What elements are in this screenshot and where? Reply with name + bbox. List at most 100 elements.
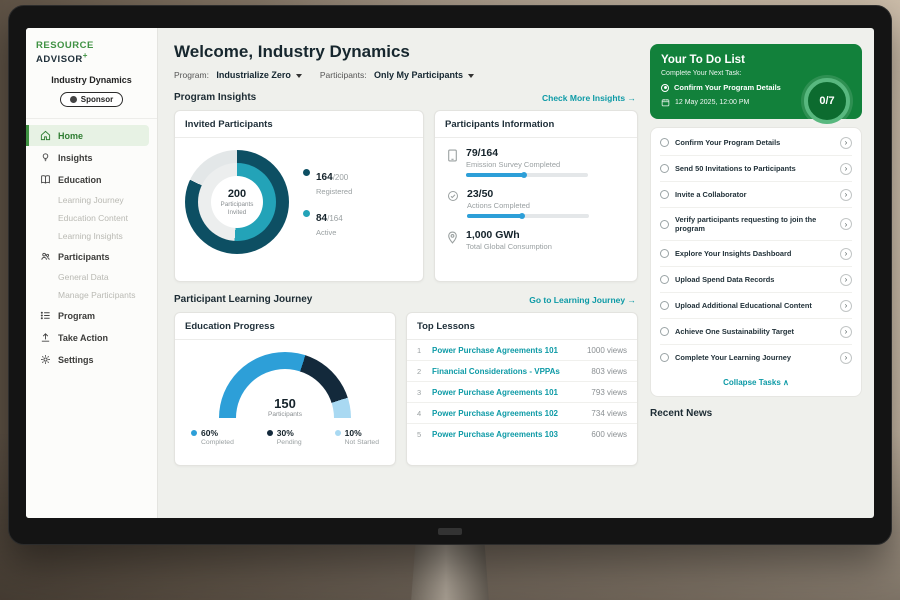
sidebar-nav: Home Insights Education Learning Journey… [26,125,157,370]
insights-cards-row: Invited Participants 200 Participants In… [174,110,638,282]
education-progress-card: Education Progress 150 Participants [174,312,396,466]
sponsor-badge[interactable]: Sponsor [60,92,123,107]
monitor-stand [411,540,489,600]
task-checkbox[interactable] [660,138,669,147]
lesson-link[interactable]: Power Purchase Agreements 101 [432,388,584,397]
section-title: Program Insights [174,92,256,103]
app-logo: RESOURCE ADVISOR+ [26,38,157,73]
sidebar-item-settings[interactable]: Settings [26,349,157,370]
collapse-tasks-button[interactable]: Collapse Tasks ∧ [660,370,852,390]
task-row: Upload Spend Data Records › [660,267,852,293]
sidebar: RESOURCE ADVISOR+ Industry Dynamics Spon… [26,28,158,518]
settings-icon [40,354,51,365]
lesson-row: 5 Power Purchase Agreements 103 600 view… [407,424,637,444]
sidebar-item-home[interactable]: Home [26,125,149,146]
task-expand-button[interactable]: › [840,163,852,175]
legend-dot [335,430,341,436]
task-expand-button[interactable]: › [840,274,852,286]
sidebar-item-take-action[interactable]: Take Action [26,327,157,348]
actions-progressbar [467,214,589,218]
lesson-row: 1 Power Purchase Agreements 101 1000 vie… [407,340,637,361]
task-expand-button[interactable]: › [840,137,852,149]
task-checkbox[interactable] [660,301,669,310]
task-checkbox[interactable] [660,164,669,173]
sidebar-item-label: Program [58,311,95,321]
top-lessons-card: Top Lessons 1 Power Purchase Agreements … [406,312,638,466]
invited-participants-donut: 200 Participants Invited [185,150,289,254]
filter-bar: Program: Industrialize Zero Participants… [174,70,638,80]
lesson-link[interactable]: Financial Considerations - VPPAs [432,367,584,376]
info-row-emission-survey: 79/164 Emission Survey Completed [435,138,637,179]
sidebar-item-education[interactable]: Education [26,169,157,190]
lesson-link[interactable]: Power Purchase Agreements 103 [432,430,584,439]
sidebar-item-learning-journey[interactable]: Learning Journey [26,191,157,209]
card-title: Participants Information [435,111,637,138]
sidebar-item-general-data[interactable]: General Data [26,268,157,286]
task-row: Invite a Collaborator › [660,182,852,208]
task-checkbox[interactable] [660,275,669,284]
sidebar-item-program[interactable]: Program [26,305,157,326]
education-progress-gauge: 150 Participants [219,352,351,418]
lesson-link[interactable]: Power Purchase Agreements 101 [432,346,580,355]
task-row: Achieve One Sustainability Target › [660,319,852,345]
program-insights-header: Program Insights Check More Insights → [174,92,636,103]
sidebar-item-label: Participants [58,252,110,262]
main-column: Welcome, Industry Dynamics Program: Indu… [174,36,638,518]
todo-title: Your To Do List [661,54,851,66]
task-expand-button[interactable]: › [840,248,852,260]
legend-item-pending: 30% Pending [267,428,302,446]
donut-legend: 164/200 Registered 84/164 Active [303,167,352,237]
task-checkbox[interactable] [660,353,669,362]
program-icon [40,310,51,321]
org-name: Industry Dynamics [32,75,151,85]
logo-text-secondary: ADVISOR [36,54,83,65]
lesson-link[interactable]: Power Purchase Agreements 102 [432,409,584,418]
education-icon [40,174,51,185]
content-area: Welcome, Industry Dynamics Program: Indu… [158,28,874,518]
task-checkbox[interactable] [660,249,669,258]
task-checkbox[interactable] [660,327,669,336]
sidebar-item-education-content[interactable]: Education Content [26,209,157,227]
lesson-row: 3 Power Purchase Agreements 101 793 view… [407,382,637,403]
info-row-actions: 23/50 Actions Completed [435,179,637,220]
page-title: Welcome, Industry Dynamics [174,42,638,62]
check-more-insights-link[interactable]: Check More Insights → [542,93,636,103]
sidebar-item-label: Home [58,131,83,141]
participants-information-card: Participants Information 79/164 Emission… [434,110,638,282]
legend-item-completed: 60% Completed [191,428,234,446]
task-expand-button[interactable]: › [840,189,852,201]
task-checkbox[interactable] [660,220,669,229]
task-checkbox[interactable] [660,190,669,199]
participants-filter-label: Participants: [320,70,367,80]
legend-item-registered: 164/200 Registered [303,167,352,196]
participants-dropdown[interactable]: Only My Participants [374,70,463,80]
sidebar-item-manage-participants[interactable]: Manage Participants [26,286,157,304]
program-dropdown[interactable]: Industrialize Zero [216,70,291,80]
home-icon [40,130,51,141]
legend-dot [303,210,310,217]
task-row: Send 50 Invitations to Participants › [660,156,852,182]
sidebar-item-label: Settings [58,355,94,365]
participants-icon [40,251,51,262]
program-filter-label: Program: [174,70,209,80]
arrow-right-icon: → [628,295,637,305]
task-expand-button[interactable]: › [840,218,852,230]
todo-subtitle: Complete Your Next Task: [661,70,851,77]
legend-dot [303,169,310,176]
legend-item-not-started: 10% Not Started [335,428,379,446]
calendar-icon [661,98,670,107]
org-block: Industry Dynamics Sponsor [26,73,157,119]
gauge-legend: 60% Completed 30% Pending 10% Not Starte… [185,418,385,446]
sidebar-item-participants[interactable]: Participants [26,246,157,267]
learning-journey-header: Participant Learning Journey Go to Learn… [174,294,636,305]
chevron-down-icon [468,74,474,78]
task-expand-button[interactable]: › [840,300,852,312]
go-to-learning-journey-link[interactable]: Go to Learning Journey → [529,295,636,305]
task-expand-button[interactable]: › [840,326,852,338]
sidebar-item-learning-insights[interactable]: Learning Insights [26,227,157,245]
card-title: Education Progress [175,313,395,340]
legend-dot [191,430,197,436]
task-expand-button[interactable]: › [840,352,852,364]
arrow-right-icon: → [628,93,637,103]
sidebar-item-insights[interactable]: Insights [26,147,157,168]
